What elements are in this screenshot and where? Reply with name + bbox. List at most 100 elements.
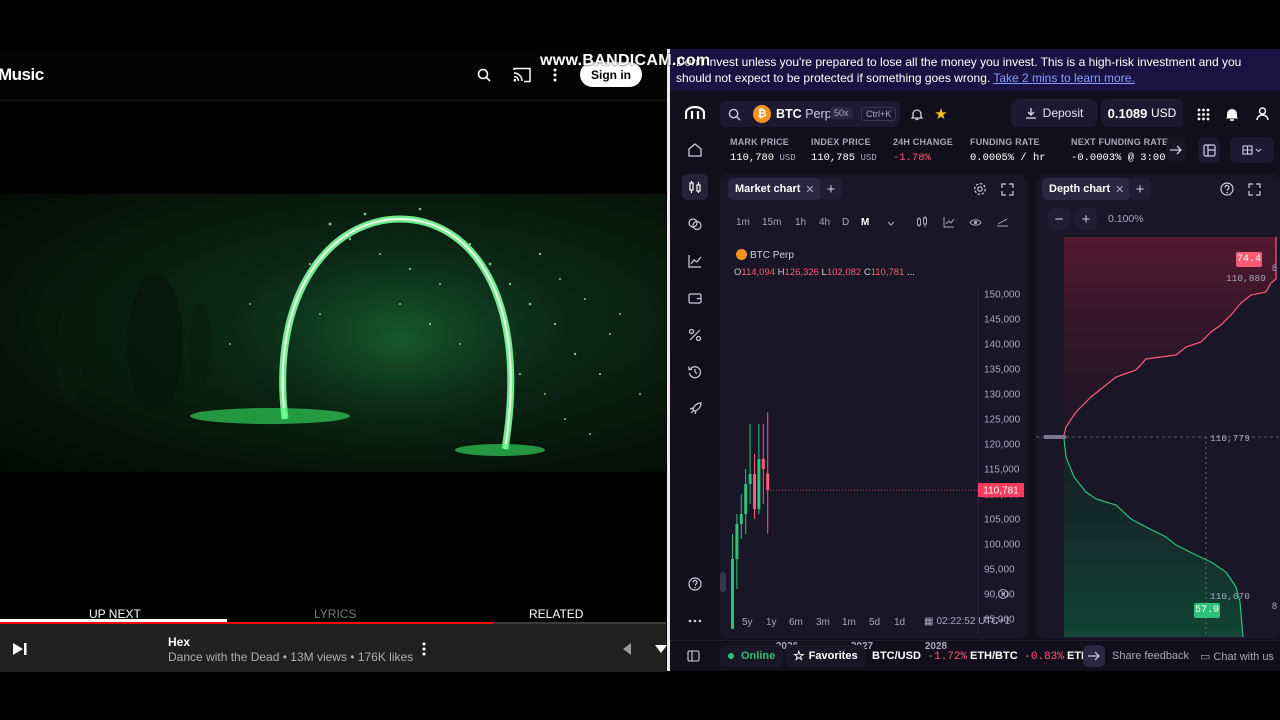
- balance-display[interactable]: 0.1089 USD: [1101, 99, 1183, 127]
- timeframe-m[interactable]: M: [861, 217, 869, 228]
- range-5d[interactable]: 5d: [869, 617, 880, 628]
- chevron-down-icon[interactable]: [886, 217, 896, 229]
- add-depth-tab-icon[interactable]: +: [1129, 178, 1151, 200]
- percent-icon[interactable]: [682, 322, 708, 348]
- track-menu-icon[interactable]: [416, 640, 432, 658]
- favorites-label: Favorites: [808, 650, 858, 662]
- trading-header: ₿ BTC Perp 50x Ctrl+K ★ Deposit 0.1089 U…: [670, 95, 1280, 131]
- range-1m[interactable]: 1m: [842, 617, 856, 628]
- zoom-out-button[interactable]: −: [1048, 208, 1070, 230]
- notifications-icon[interactable]: [1223, 105, 1241, 123]
- track-title[interactable]: Hex: [168, 635, 190, 649]
- settings-gear-icon[interactable]: [972, 181, 988, 197]
- range-1d[interactable]: 1d: [894, 617, 905, 628]
- cast-icon[interactable]: [511, 65, 533, 85]
- y-tick-label: 125,000: [984, 415, 1021, 426]
- arrow-right-icon[interactable]: [1166, 139, 1186, 161]
- ticker-change: -1.72%: [920, 651, 968, 663]
- tab-related[interactable]: RELATED: [529, 607, 583, 621]
- video-frame[interactable]: [0, 194, 666, 472]
- home-icon[interactable]: [682, 137, 708, 163]
- candle[interactable]: [757, 424, 761, 514]
- timeframe-d[interactable]: D: [842, 217, 849, 228]
- candle-body: [757, 459, 761, 509]
- sidebar-toggle-icon[interactable]: [686, 649, 700, 663]
- candle[interactable]: [766, 412, 770, 534]
- close-icon[interactable]: ✕: [1115, 183, 1124, 196]
- drawing-tool-icon[interactable]: [995, 215, 1009, 229]
- range-5y[interactable]: 5y: [742, 617, 753, 628]
- add-tab-icon[interactable]: +: [820, 178, 842, 200]
- apps-grid-icon[interactable]: [1194, 105, 1212, 123]
- candle-body: [739, 514, 743, 524]
- user-icon[interactable]: [1253, 105, 1271, 123]
- chart-settings-icon[interactable]: [996, 587, 1010, 601]
- help-circle-icon[interactable]: [1219, 181, 1235, 197]
- share-feedback-link[interactable]: Share feedback: [1112, 650, 1189, 662]
- bell-icon[interactable]: [909, 106, 925, 122]
- ticker-item[interactable]: BTC/USD -1.72%: [872, 650, 967, 663]
- symbol-suffix: Perp: [805, 107, 832, 121]
- candle[interactable]: [735, 514, 739, 589]
- candle[interactable]: [761, 424, 765, 504]
- expand-depth-icon[interactable]: [1246, 181, 1262, 197]
- y-tick-label: 100,000: [984, 540, 1021, 551]
- deposit-button[interactable]: Deposit: [1011, 99, 1097, 127]
- spread-marker: [1044, 435, 1066, 439]
- timeframe-4h[interactable]: 4h: [819, 217, 830, 228]
- y-tick-label: 95,000: [984, 565, 1015, 576]
- tab-depth-chart[interactable]: Depth chart ✕: [1042, 178, 1132, 200]
- timeframe-15m[interactable]: 15m: [762, 217, 781, 228]
- chat-button[interactable]: ▭ Chat with us: [1200, 650, 1274, 663]
- candle-body: [744, 484, 748, 514]
- candle[interactable]: [744, 469, 748, 534]
- ticker-scroll-button[interactable]: [1083, 645, 1105, 667]
- expand-arrow-icon[interactable]: [655, 642, 667, 656]
- trend-chart-icon[interactable]: [682, 248, 708, 274]
- zoom-in-button[interactable]: +: [1075, 208, 1097, 230]
- candle[interactable]: [753, 454, 756, 519]
- range-1y[interactable]: 1y: [766, 617, 777, 628]
- search-icon[interactable]: [726, 106, 742, 122]
- calendar-icon[interactable]: ▦: [924, 616, 933, 627]
- tab-market-chart[interactable]: Market chart ✕: [728, 178, 822, 200]
- candles-icon[interactable]: [682, 174, 708, 200]
- indicators-icon[interactable]: [942, 215, 956, 229]
- star-icon[interactable]: ★: [932, 105, 950, 123]
- range-3m[interactable]: 3m: [816, 617, 830, 628]
- range-6m[interactable]: 6m: [789, 617, 803, 628]
- coins-icon[interactable]: [682, 211, 708, 237]
- y-tick-label: 115,000: [984, 465, 1020, 476]
- skip-next-icon[interactable]: [10, 640, 30, 658]
- candle-body: [748, 474, 752, 484]
- wallet-icon[interactable]: [682, 285, 708, 311]
- history-icon[interactable]: [682, 359, 708, 385]
- candle[interactable]: [731, 534, 734, 629]
- eye-icon[interactable]: [968, 215, 982, 229]
- candle[interactable]: [739, 494, 743, 539]
- timeframe-1h[interactable]: 1h: [795, 217, 806, 228]
- close-icon[interactable]: ✕: [805, 183, 814, 196]
- candle-type-icon[interactable]: [915, 215, 929, 229]
- tab-lyrics[interactable]: LYRICS: [314, 607, 356, 621]
- previous-arrow-icon[interactable]: [620, 640, 634, 658]
- layout-icon[interactable]: [1198, 137, 1220, 163]
- learn-more-link[interactable]: Take 2 mins to learn more.: [993, 71, 1134, 85]
- stat-value: 110,785 USD: [811, 152, 877, 164]
- help-icon[interactable]: [682, 571, 708, 597]
- ticker-item[interactable]: ETH/BTC -0.83%: [970, 650, 1064, 663]
- stat-label: INDEX PRICE: [811, 137, 871, 147]
- stat-unit: USD: [855, 153, 877, 163]
- grid-layout-dropdown[interactable]: [1230, 137, 1274, 163]
- timeframe-1m[interactable]: 1m: [736, 217, 750, 228]
- expand-icon[interactable]: [999, 181, 1015, 197]
- more-horiz-icon[interactable]: [682, 608, 708, 634]
- candle[interactable]: [748, 424, 752, 504]
- exchange-logo-icon[interactable]: [684, 105, 706, 121]
- search-icon[interactable]: [474, 65, 494, 85]
- balance-value: 0.1089: [1107, 105, 1148, 121]
- left-scroll-handle[interactable]: [720, 572, 726, 592]
- candlestick-chart[interactable]: 150,000 145,000 140,000 135,000 130,000 125,0…: [720, 239, 1028, 659]
- favorites-button[interactable]: ☆ Favorites: [786, 645, 865, 667]
- rocket-icon[interactable]: [682, 396, 708, 422]
